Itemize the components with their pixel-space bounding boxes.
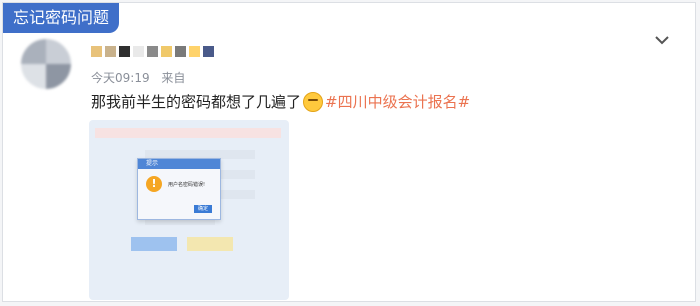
post-time: 今天09:19 xyxy=(91,71,150,85)
topic-tag: 忘记密码问题 xyxy=(3,3,120,33)
image-register-button xyxy=(187,237,233,251)
error-dialog: 提示 ! 用户名密码错误! 确定 xyxy=(137,158,221,220)
avatar[interactable] xyxy=(21,39,71,89)
chevron-down-icon[interactable] xyxy=(653,31,671,49)
dialog-ok-button: 确定 xyxy=(194,205,212,213)
image-login-button xyxy=(131,237,177,251)
hashtag-link[interactable]: #四川中级会计报名# xyxy=(325,91,470,112)
post-image[interactable]: 提示 ! 用户名密码错误! 确定 xyxy=(89,120,289,300)
post-meta: 今天09:19 来自 xyxy=(91,69,193,86)
dialog-message: 用户名密码错误! xyxy=(168,182,206,188)
speechless-emoji-icon xyxy=(303,91,324,112)
username-pixelated[interactable] xyxy=(91,46,214,57)
dialog-title: 提示 xyxy=(138,159,220,169)
weibo-post-card: 忘记密码问题 今天09:19 来自 那我前半生的密码都想了几遍了 #四川中级会计… xyxy=(2,2,696,302)
image-header-bar xyxy=(95,128,281,138)
post-content: 那我前半生的密码都想了几遍了 #四川中级会计报名# xyxy=(91,91,470,112)
post-source: 来自 xyxy=(161,71,186,85)
warning-icon: ! xyxy=(146,176,162,192)
post-text: 那我前半生的密码都想了几遍了 xyxy=(91,93,302,111)
